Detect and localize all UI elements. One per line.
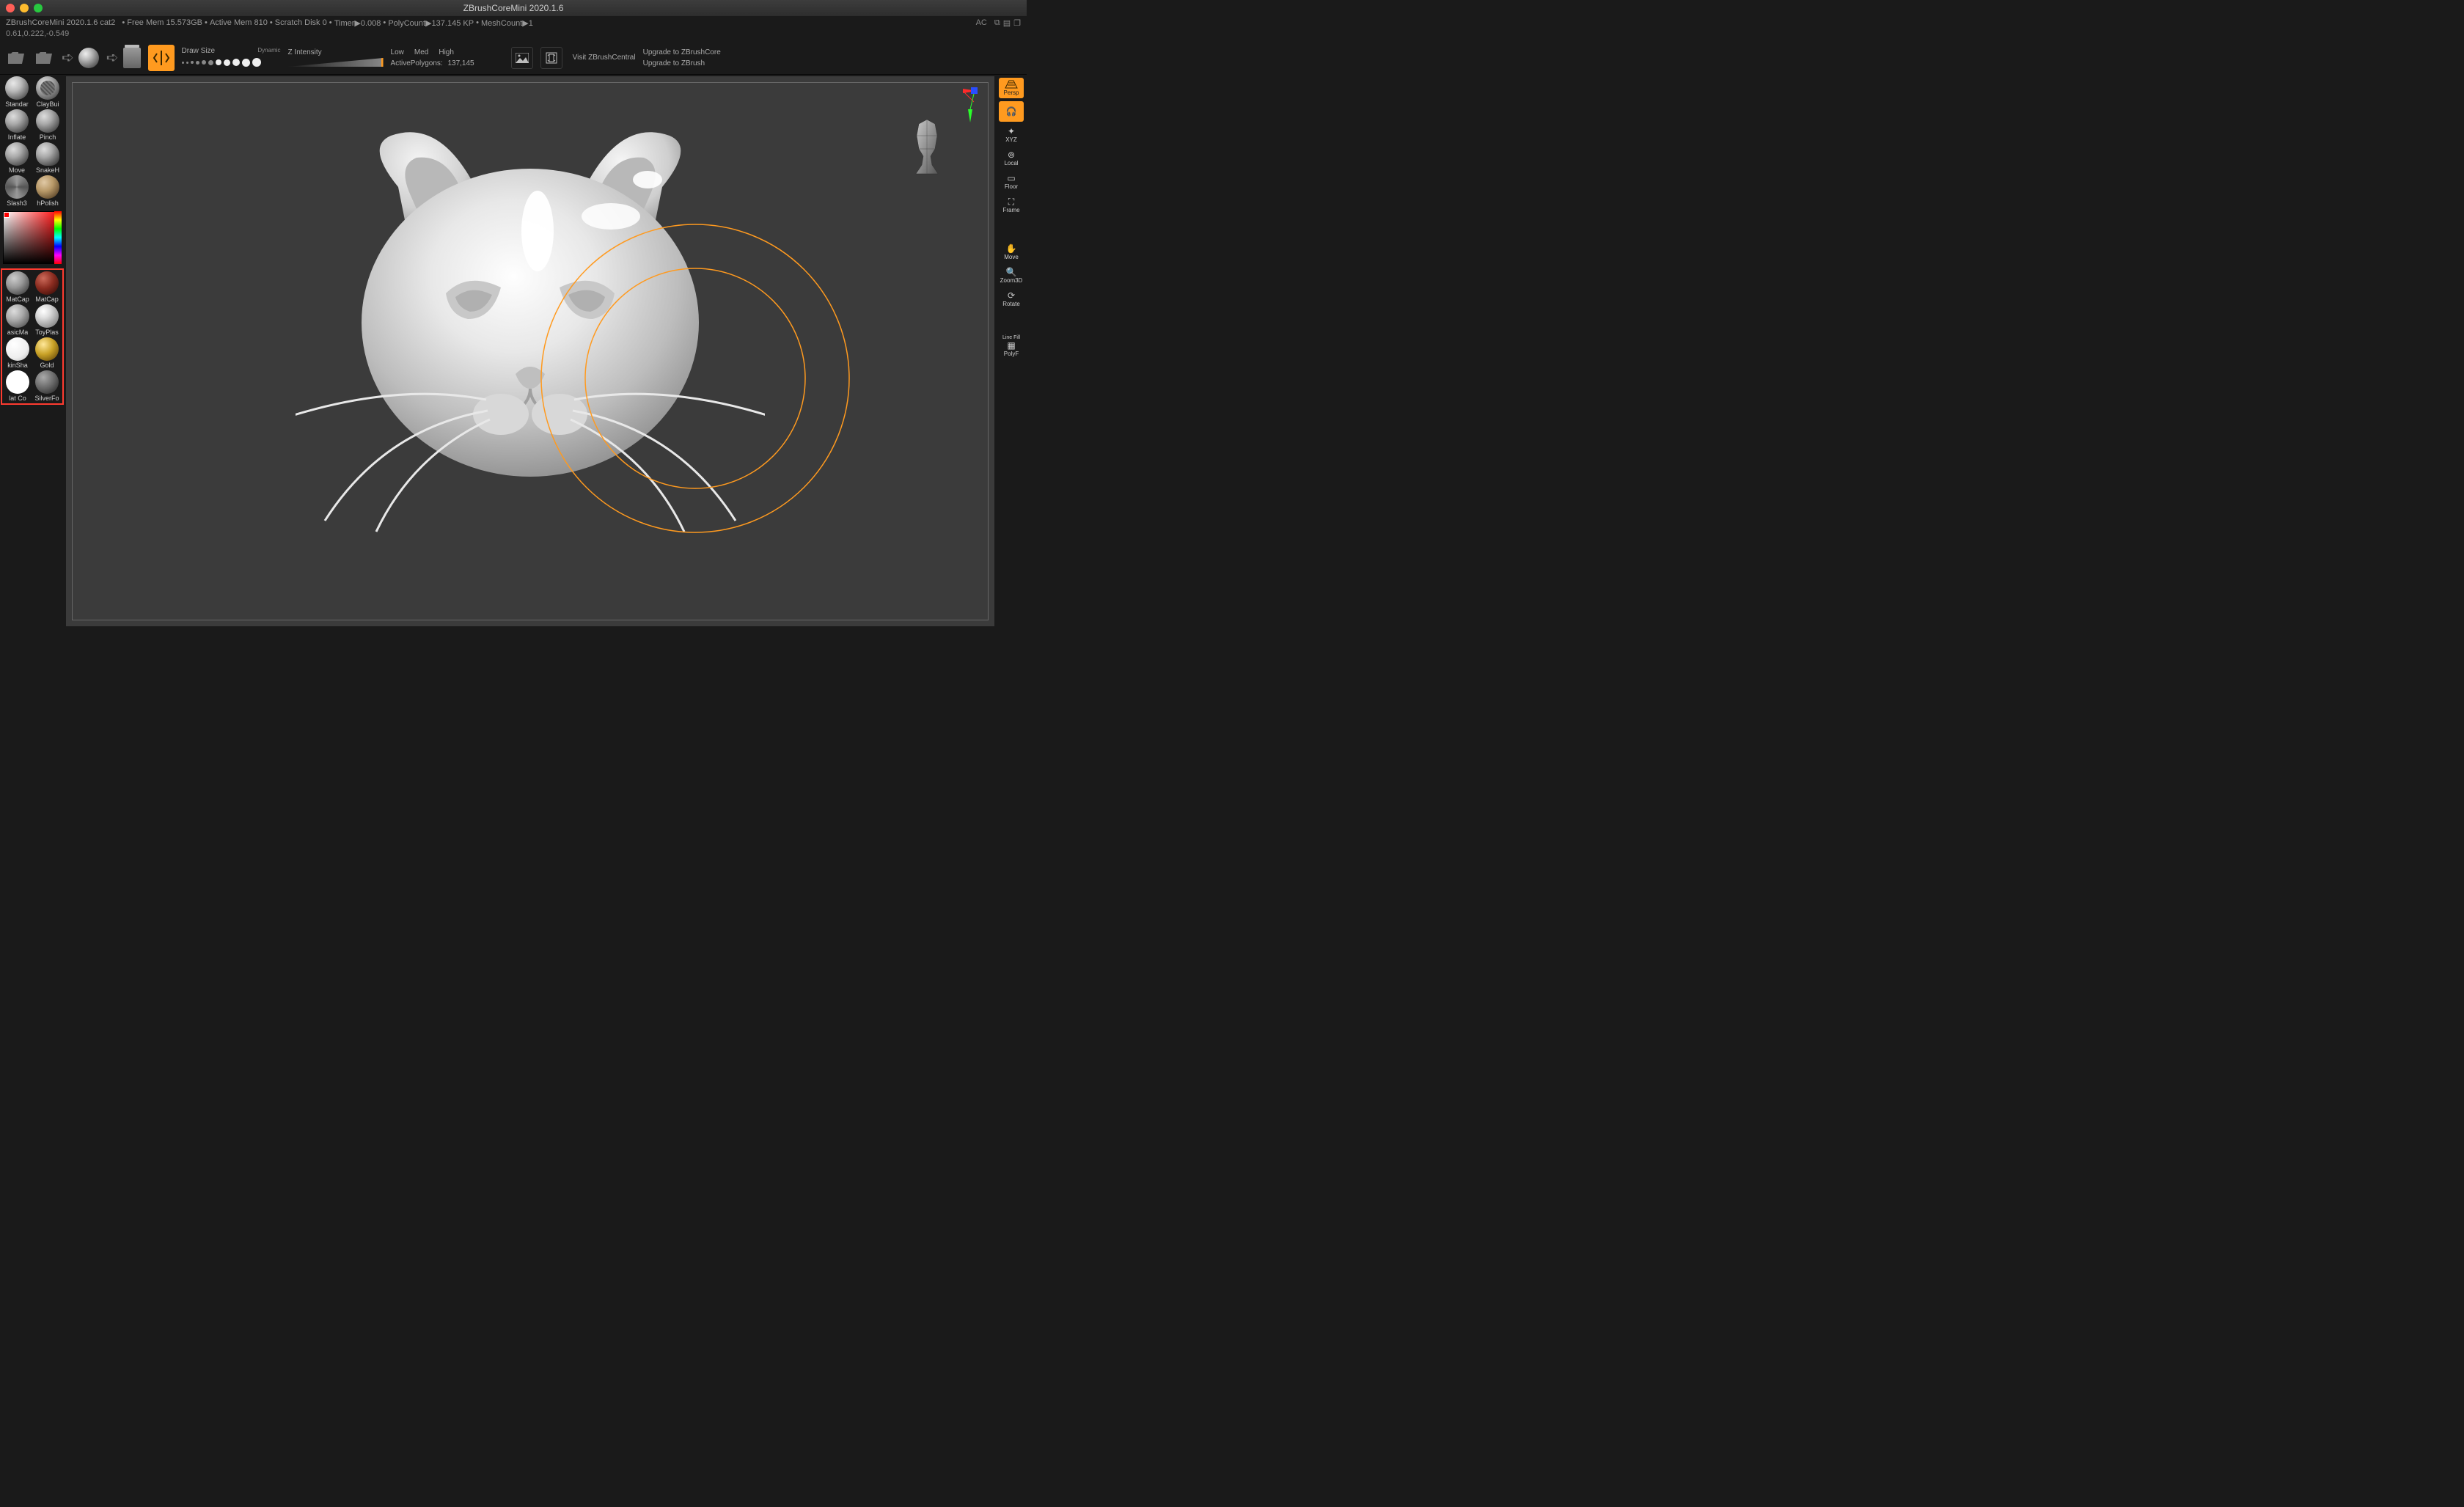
quick-tool-sphere[interactable]: ➪ bbox=[62, 48, 99, 68]
z-intensity-slider[interactable] bbox=[288, 58, 384, 67]
timer: Timer▶0.008 bbox=[334, 18, 381, 28]
status-bar: ZBrushCoreMini 2020.1.6 cat2 • Free Mem … bbox=[0, 16, 1027, 29]
material-skinshade[interactable]: kinSha bbox=[4, 337, 32, 369]
dynamic-label: Dynamic bbox=[257, 47, 280, 55]
arrow-icon: ➪ bbox=[106, 48, 119, 67]
grid-icon: ▦ bbox=[1007, 341, 1015, 350]
hand-icon: ✋ bbox=[1006, 244, 1017, 253]
headset-icon: 🎧 bbox=[1006, 107, 1017, 116]
res-low-button[interactable]: Low bbox=[391, 48, 404, 56]
symmetry-button[interactable] bbox=[148, 45, 175, 71]
floor-button[interactable]: ▭ Floor bbox=[999, 172, 1024, 192]
right-sidebar: Persp 🎧 ✦ XYZ ⊚ Local ▭ Floor ⛶ Frame ✋ … bbox=[996, 75, 1027, 628]
material-palette: MatCap MatCap asicMa ToyPlas kinSha Gold… bbox=[1, 268, 64, 405]
brush-slash3[interactable]: Slash3 bbox=[2, 175, 32, 207]
top-toolbar: ➪ ➪ Draw Size Dynamic Z Intensity bbox=[0, 41, 1027, 75]
menu-icon[interactable]: ⧉ bbox=[994, 18, 1000, 28]
material-gold[interactable]: Gold bbox=[33, 337, 61, 369]
rotate-button[interactable]: ⟳ Rotate bbox=[999, 289, 1024, 309]
free-mem: Free Mem 15.573GB bbox=[127, 18, 202, 27]
ac-indicator: AC bbox=[976, 18, 987, 27]
sphere-icon bbox=[78, 48, 99, 68]
local-button[interactable]: ⊚ Local bbox=[999, 148, 1024, 169]
window-title: ZBrushCoreMini 2020.1.6 bbox=[463, 3, 564, 13]
res-high-button[interactable]: High bbox=[439, 48, 454, 56]
active-polys-value: 137,145 bbox=[447, 59, 474, 67]
left-sidebar: Standar ClayBui Inflate Pinch Move Snake… bbox=[0, 75, 65, 628]
titlebar: ZBrushCoreMini 2020.1.6 bbox=[0, 0, 1027, 16]
material-basic[interactable]: asicMa bbox=[4, 304, 32, 336]
brush-standard[interactable]: Standar bbox=[2, 76, 32, 108]
color-picker[interactable] bbox=[3, 211, 62, 264]
resolution-buttons: Low Med High bbox=[391, 48, 474, 56]
draw-size-label: Draw Size bbox=[182, 47, 216, 55]
brush-inflate[interactable]: Inflate bbox=[2, 109, 32, 141]
size-dots[interactable] bbox=[182, 58, 281, 67]
magnifier-icon: 🔍 bbox=[1006, 268, 1017, 276]
upgrade-full-link[interactable]: Upgrade to ZBrush bbox=[643, 59, 721, 67]
brush-snakehook[interactable]: SnakeH bbox=[33, 142, 62, 174]
close-window-button[interactable] bbox=[6, 4, 15, 12]
material-matcap-red[interactable]: MatCap bbox=[33, 271, 61, 303]
polyframe-button[interactable]: Line Fill ▦ PolyF bbox=[999, 336, 1024, 356]
cube-icon bbox=[123, 48, 141, 68]
material-toyplastic[interactable]: ToyPlas bbox=[33, 304, 61, 336]
hue-strip[interactable] bbox=[54, 211, 62, 264]
draw-size-slider[interactable]: Draw Size Dynamic bbox=[182, 47, 281, 68]
material-silverfoil[interactable]: SilverFo bbox=[33, 370, 61, 402]
z-intensity-label: Z Intensity bbox=[288, 48, 384, 56]
maximize-window-button[interactable] bbox=[34, 4, 43, 12]
cursor-coords: 0.61,0.222,-0.549 bbox=[0, 29, 1027, 41]
floor-icon: ▭ bbox=[1007, 174, 1015, 183]
arrow-icon: ➪ bbox=[62, 48, 74, 67]
quick-tool-cube[interactable]: ➪ bbox=[106, 48, 141, 68]
export-3d-button[interactable] bbox=[540, 47, 562, 69]
meshcount: MeshCount▶1 bbox=[481, 18, 533, 28]
material-matcap-gray[interactable]: MatCap bbox=[4, 271, 32, 303]
axes-icon: ✦ bbox=[1008, 127, 1015, 136]
brush-palette: Standar ClayBui Inflate Pinch Move Snake… bbox=[2, 76, 62, 207]
z-intensity-group: Z Intensity bbox=[288, 48, 384, 67]
scratch-disk: Scratch Disk 0 bbox=[275, 18, 327, 27]
rotate-icon: ⟳ bbox=[1008, 291, 1015, 300]
active-mem: Active Mem 810 bbox=[210, 18, 268, 27]
open-button[interactable] bbox=[6, 48, 26, 68]
minimize-window-button[interactable] bbox=[20, 4, 29, 12]
navigation-head[interactable] bbox=[907, 118, 947, 177]
image-button[interactable] bbox=[511, 47, 533, 69]
brush-cursor bbox=[530, 213, 860, 543]
save-button[interactable] bbox=[34, 48, 54, 68]
headset-button[interactable]: 🎧 bbox=[999, 101, 1024, 122]
color-selection-indicator bbox=[4, 212, 10, 218]
ui-icon[interactable]: ❐ bbox=[1013, 18, 1021, 28]
brush-move[interactable]: Move bbox=[2, 142, 32, 174]
brush-hpolish[interactable]: hPolish bbox=[33, 175, 62, 207]
frame-icon: ⛶ bbox=[1008, 197, 1014, 206]
upgrade-core-link[interactable]: Upgrade to ZBrushCore bbox=[643, 48, 721, 56]
res-med-button[interactable]: Med bbox=[414, 48, 428, 56]
window-controls bbox=[6, 4, 43, 12]
local-icon: ⊚ bbox=[1008, 150, 1015, 159]
viewport[interactable] bbox=[66, 76, 994, 626]
brush-claybuild[interactable]: ClayBui bbox=[33, 76, 62, 108]
frame-button[interactable]: ⛶ Frame bbox=[999, 195, 1024, 216]
layout-icon[interactable]: ▤ bbox=[1003, 18, 1011, 28]
visit-zbrushcentral-link[interactable]: Visit ZBrushCentral bbox=[573, 54, 636, 62]
zoom3d-button[interactable]: 🔍 Zoom3D bbox=[999, 265, 1024, 286]
material-flatcolor[interactable]: lat Co bbox=[4, 370, 32, 402]
active-polys-label: ActivePolygons: bbox=[391, 59, 443, 67]
perspective-button[interactable]: Persp bbox=[999, 78, 1024, 98]
move-button[interactable]: ✋ Move bbox=[999, 242, 1024, 263]
brush-pinch[interactable]: Pinch bbox=[33, 109, 62, 141]
polycount: PolyCount▶137.145 KP bbox=[388, 18, 474, 28]
project-name: ZBrushCoreMini 2020.1.6 cat2 bbox=[6, 18, 115, 27]
xyz-button[interactable]: ✦ XYZ bbox=[999, 125, 1024, 145]
